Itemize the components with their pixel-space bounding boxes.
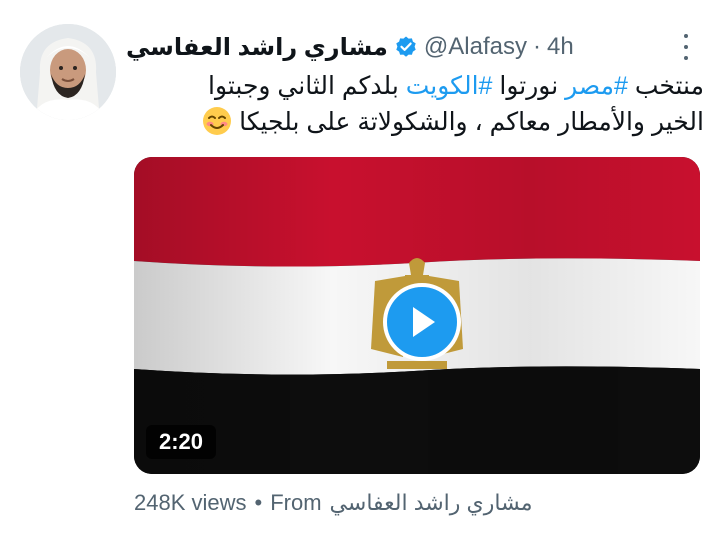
- smiling-face-emoji-icon: [202, 106, 232, 136]
- tweet-text-part: منتخب: [627, 72, 704, 100]
- handle[interactable]: @Alafasy: [424, 33, 527, 61]
- tweet-text: منتخب #مصر نورتوا #الكويت بلدكم الثاني و…: [150, 68, 704, 140]
- video-duration-badge: 2:20: [146, 425, 216, 459]
- verified-badge-icon: [394, 35, 418, 59]
- tweet-header: مشاري راشد العفاسي @Alafasy · 4h: [126, 30, 596, 64]
- video-player[interactable]: 2:20: [134, 157, 700, 474]
- bullet-separator: •: [254, 490, 263, 515]
- hashtag-link[interactable]: #الكويت: [406, 72, 493, 100]
- tweet-footer: 248K views • From مشاري راشد العفاسي: [134, 490, 532, 516]
- more-options-icon[interactable]: [676, 34, 696, 60]
- display-name[interactable]: مشاري راشد العفاسي: [126, 33, 388, 62]
- play-icon: [413, 307, 435, 337]
- source-link[interactable]: مشاري راشد العفاسي: [330, 490, 533, 516]
- hashtag-link[interactable]: #مصر: [565, 72, 628, 100]
- timestamp[interactable]: 4h: [547, 33, 574, 61]
- play-button[interactable]: [383, 283, 461, 361]
- avatar[interactable]: [20, 24, 116, 120]
- tweet-text-part: نورتوا: [492, 72, 566, 100]
- avatar-image: [20, 24, 116, 120]
- separator-dot: ·: [532, 33, 541, 60]
- view-count[interactable]: 248K views: [134, 490, 247, 516]
- from-label: From: [270, 490, 322, 515]
